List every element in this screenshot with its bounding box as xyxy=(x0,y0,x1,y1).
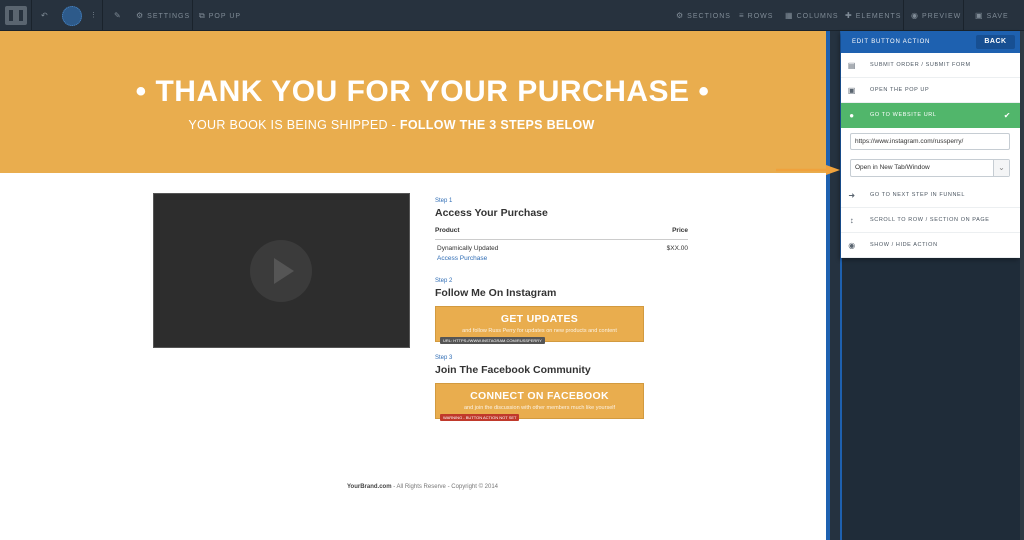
button-main-text: GET UPDATES xyxy=(500,313,579,325)
action-submit-form[interactable]: ▤ SUBMIT ORDER / SUBMIT FORM xyxy=(841,53,1020,78)
footer-text[interactable]: YourBrand.com - All Rights Reserve - Cop… xyxy=(0,484,845,490)
action-scroll-to-row[interactable]: ↕ SCROLL TO ROW / SECTION ON PAGE xyxy=(841,208,1020,233)
rows-button[interactable]: ≡ ROWS xyxy=(739,0,773,31)
chevron-down-icon[interactable]: ⌄ xyxy=(993,160,1009,176)
gear-icon: ⚙ xyxy=(136,11,145,20)
toolbar-divider xyxy=(903,0,904,31)
step2-title[interactable]: Follow Me On Instagram xyxy=(435,287,556,299)
check-icon: ✔ xyxy=(1003,111,1011,120)
button-main-text: CONNECT ON FACEBOOK xyxy=(470,390,609,402)
target-select-value: Open in New Tab/Window xyxy=(855,164,930,171)
product-table-header: Product Price xyxy=(435,227,688,240)
action-label: OPEN THE POP UP xyxy=(870,87,930,93)
step1-title[interactable]: Access Your Purchase xyxy=(435,207,548,219)
rows-icon: ≡ xyxy=(739,11,745,20)
sections-button[interactable]: ⚙ SECTIONS xyxy=(676,0,731,31)
hero-title[interactable]: • THANK YOU FOR YOUR PURCHASE • xyxy=(0,75,845,109)
play-icon[interactable] xyxy=(250,240,312,302)
back-button[interactable]: BACK xyxy=(976,35,1015,49)
action-label: GO TO NEXT STEP IN FUNNEL xyxy=(870,192,965,198)
top-toolbar: ↶ ⋮ ✎ ⚙ SETTINGS ⧉ POP UP ⚙ SECTIONS ≡ ROWS … xyxy=(0,0,1024,31)
logo-icon[interactable] xyxy=(5,6,27,25)
step3-label[interactable]: Step 3 xyxy=(435,355,452,361)
hero-subtitle-bold: FOLLOW THE 3 STEPS BELOW xyxy=(399,118,595,132)
target-select[interactable]: Open in New Tab/Window ⌄ xyxy=(850,159,1010,177)
settings-button[interactable]: ⚙ SETTINGS xyxy=(136,0,190,31)
toolbar-divider xyxy=(963,0,964,31)
button-sub-text: and join the discussion with other membe… xyxy=(463,405,615,411)
button-sub-text: and follow Russ Perry for updates on new… xyxy=(462,328,617,334)
table-row: Dynamically Updated Access Purchase $XX.… xyxy=(437,245,688,262)
more-icon[interactable]: ⋮ xyxy=(90,0,98,31)
warning-tag: WARNING - BUTTON ACTION NOT SET xyxy=(440,414,520,421)
eye-icon: ◉ xyxy=(911,11,919,20)
external-icon: ⧉ xyxy=(199,11,206,20)
footer-copyright: - All Rights Reserve - Copyright © 2014 xyxy=(391,484,499,490)
step2-label[interactable]: Step 2 xyxy=(435,278,452,284)
panel-background xyxy=(830,31,840,540)
action-label: SUBMIT ORDER / SUBMIT FORM xyxy=(870,62,971,68)
column-product: Product xyxy=(435,227,460,234)
save-button[interactable]: ▣ SAVE xyxy=(975,0,1009,31)
action-open-popup[interactable]: ▣ OPEN THE POP UP xyxy=(841,78,1020,103)
window-edge xyxy=(1020,31,1024,540)
hero-section[interactable]: • THANK YOU FOR YOUR PURCHASE • YOUR BOO… xyxy=(0,31,830,173)
footer-brand: YourBrand.com xyxy=(346,484,392,490)
edit-button-action-panel: EDIT BUTTON ACTION BACK ▤ SUBMIT ORDER /… xyxy=(841,31,1020,258)
url-input[interactable]: https://www.instagram.com/russperry/ xyxy=(850,133,1010,150)
toolbar-divider xyxy=(192,0,193,31)
action-show-hide[interactable]: ◉ SHOW / HIDE ACTION xyxy=(841,233,1020,258)
undo-icon: ↶ xyxy=(41,11,49,20)
panel-header: EDIT BUTTON ACTION BACK xyxy=(841,31,1020,53)
brush-button[interactable]: ✎ xyxy=(114,0,125,31)
step1-label[interactable]: Step 1 xyxy=(435,198,452,204)
columns-icon: ▦ xyxy=(785,11,794,20)
action-label: SHOW / HIDE ACTION xyxy=(870,242,938,248)
globe-icon: ● xyxy=(849,111,855,120)
popup-icon: ▣ xyxy=(847,86,857,95)
preview-button[interactable]: ◉ PREVIEW xyxy=(911,0,961,31)
page-canvas: • THANK YOU FOR YOUR PURCHASE • YOUR BOO… xyxy=(0,31,830,540)
column-price: Price xyxy=(672,227,688,234)
access-purchase-link[interactable]: Access Purchase xyxy=(437,255,688,262)
action-next-step[interactable]: ➜ GO TO NEXT STEP IN FUNNEL xyxy=(841,183,1020,208)
hero-subtitle[interactable]: YOUR BOOK IS BEING SHIPPED - FOLLOW THE … xyxy=(0,118,783,132)
save-icon: ▣ xyxy=(975,11,984,20)
annotation-arrow-icon xyxy=(776,165,840,175)
device-preview-icon[interactable] xyxy=(62,6,82,26)
toolbar-divider xyxy=(31,0,32,31)
brush-icon: ✎ xyxy=(114,11,122,20)
scroll-icon: ↕ xyxy=(849,216,855,225)
product-name: Dynamically Updated xyxy=(437,245,499,252)
form-icon: ▤ xyxy=(847,61,857,70)
panel-title: EDIT BUTTON ACTION xyxy=(852,39,931,45)
elements-button[interactable]: ✚ ELEMENTS xyxy=(845,0,901,31)
step3-title[interactable]: Join The Facebook Community xyxy=(435,364,591,376)
undo-button[interactable]: ↶ xyxy=(41,0,52,31)
columns-button[interactable]: ▦ COLUMNS xyxy=(785,0,839,31)
url-tag: URL: HTTPS://WWW.INSTAGRAM.COM/RUSSPERRY xyxy=(440,337,545,344)
action-label: GO TO WEBSITE URL xyxy=(870,112,937,118)
arrow-right-icon: ➜ xyxy=(848,191,856,200)
action-label: SCROLL TO ROW / SECTION ON PAGE xyxy=(870,217,990,223)
sections-icon: ⚙ xyxy=(676,11,685,20)
elements-icon: ✚ xyxy=(845,11,853,20)
popup-button[interactable]: ⧉ POP UP xyxy=(199,0,241,31)
product-price: $XX.00 xyxy=(666,245,688,252)
eye-icon: ◉ xyxy=(848,241,856,250)
video-player[interactable] xyxy=(153,193,410,348)
action-go-to-url[interactable]: ● GO TO WEBSITE URL ✔ xyxy=(841,103,1020,128)
toolbar-divider xyxy=(102,0,103,31)
hero-subtitle-plain: YOUR BOOK IS BEING SHIPPED - xyxy=(188,118,400,132)
